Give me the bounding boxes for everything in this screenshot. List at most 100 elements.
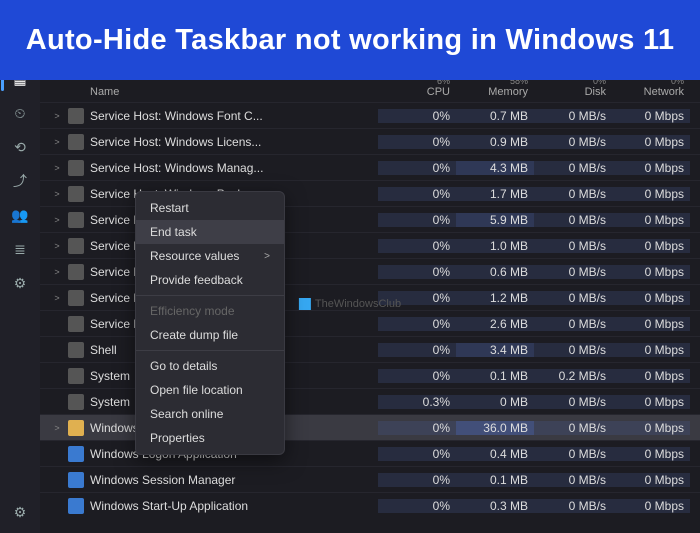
sidebar: ≡ ▦ ⏲ ⟲ ⤴ 👥 ≣ ⚙ ⚙ [0,30,40,533]
cell-mem: 1.0 MB [456,239,534,253]
cell-mem: 0.1 MB [456,473,534,487]
cell-mem: 2.6 MB [456,317,534,331]
cell-cpu: 0% [378,239,456,253]
process-icon [68,420,84,436]
process-icon [68,316,84,332]
nav-settings[interactable]: ⚙ [11,503,29,521]
col-name[interactable]: Name [50,86,378,98]
cell-cpu: 0% [378,499,456,513]
cell-cpu: 0% [378,135,456,149]
cell-cpu: 0% [378,109,456,123]
cell-net: 0 Mbps [612,473,690,487]
cell-mem: 0.7 MB [456,109,534,123]
process-icon [68,134,84,150]
expander-icon[interactable]: > [50,241,64,251]
cell-disk: 0.2 MB/s [534,369,612,383]
expander-icon[interactable]: > [50,111,64,121]
cell-mem: 36.0 MB [456,421,534,435]
cell-net: 0 Mbps [612,135,690,149]
cell-disk: 0 MB/s [534,317,612,331]
cell-cpu: 0% [378,447,456,461]
cell-mem: 5.9 MB [456,213,534,227]
cell-cpu: 0% [378,265,456,279]
context-menu-item[interactable]: Create dump file [136,323,284,347]
cell-disk: 0 MB/s [534,421,612,435]
process-icon [68,290,84,306]
cell-mem: 0 MB [456,395,534,409]
table-row[interactable]: >Service Host: Windows Licens...0%0.9 MB… [40,128,700,154]
table-row[interactable]: Windows Start-Up Application0%0.3 MB0 MB… [40,492,700,518]
expander-icon[interactable]: > [50,189,64,199]
cell-disk: 0 MB/s [534,265,612,279]
context-menu-item[interactable]: Properties [136,426,284,450]
expander-icon[interactable]: > [50,163,64,173]
cell-mem: 1.7 MB [456,187,534,201]
cell-net: 0 Mbps [612,421,690,435]
cell-disk: 0 MB/s [534,343,612,357]
cell-disk: 0 MB/s [534,291,612,305]
context-menu-item[interactable]: Open file location [136,378,284,402]
cell-mem: 0.3 MB [456,499,534,513]
process-icon [68,238,84,254]
cell-net: 0 Mbps [612,239,690,253]
context-menu-item[interactable]: Resource values> [136,244,284,268]
cell-disk: 0 MB/s [534,135,612,149]
cell-mem: 0.1 MB [456,369,534,383]
watermark: TheWindowsClub [299,298,401,310]
cell-net: 0 Mbps [612,343,690,357]
cell-net: 0 Mbps [612,447,690,461]
context-menu-item[interactable]: Go to details [136,354,284,378]
process-icon [68,394,84,410]
cell-disk: 0 MB/s [534,213,612,227]
expander-icon[interactable]: > [50,137,64,147]
context-menu-item[interactable]: Provide feedback [136,268,284,292]
nav-users[interactable]: 👥 [11,206,29,224]
expander-icon[interactable]: > [50,267,64,277]
cell-net: 0 Mbps [612,109,690,123]
process-icon [68,368,84,384]
cell-net: 0 Mbps [612,187,690,201]
context-menu-item[interactable]: Search online [136,402,284,426]
context-menu-item[interactable]: Restart [136,196,284,220]
nav-services[interactable]: ⚙ [11,274,29,292]
cell-net: 0 Mbps [612,265,690,279]
cell-disk: 0 MB/s [534,239,612,253]
table-row[interactable]: >Service Host: Windows Manag...0%4.3 MB0… [40,154,700,180]
cell-net: 0 Mbps [612,499,690,513]
cell-disk: 0 MB/s [534,187,612,201]
context-menu-item[interactable]: End task [136,220,284,244]
cell-disk: 0 MB/s [534,395,612,409]
cell-cpu: 0% [378,317,456,331]
process-icon [68,186,84,202]
cell-cpu: 0% [378,187,456,201]
cell-disk: 0 MB/s [534,499,612,513]
cell-mem: 3.4 MB [456,343,534,357]
nav-startup[interactable]: ⤴ [11,172,29,190]
expander-icon[interactable]: > [50,293,64,303]
expander-icon[interactable]: > [50,423,64,433]
process-icon [68,498,84,514]
table-row[interactable]: > Service Host: Windows Font C...0%0.7 MB… [40,102,700,128]
cell-mem: 0.6 MB [456,265,534,279]
process-name: Service Host: Windows Font C... [90,109,378,123]
process-name: Service Host: Windows Licens... [90,135,378,149]
expander-icon[interactable]: > [50,215,64,225]
cell-cpu: 0% [378,343,456,357]
nav-performance[interactable]: ⏲ [11,104,29,122]
table-row[interactable]: Windows Session Manager0%0.1 MB0 MB/s0 M… [40,466,700,492]
process-name: Windows Session Manager [90,473,378,487]
nav-details[interactable]: ≣ [11,240,29,258]
process-icon [68,212,84,228]
cell-cpu: 0% [378,213,456,227]
cell-disk: 0 MB/s [534,447,612,461]
cell-net: 0 Mbps [612,291,690,305]
cell-cpu: 0% [378,473,456,487]
overlay-banner: Auto-Hide Taskbar not working in Windows… [0,0,700,80]
cell-net: 0 Mbps [612,395,690,409]
cell-cpu: 0.3% [378,395,456,409]
cell-mem: 1.2 MB [456,291,534,305]
context-menu: RestartEnd taskResource values>Provide f… [135,191,285,455]
nav-app-history[interactable]: ⟲ [11,138,29,156]
cell-cpu: 0% [378,161,456,175]
cell-mem: 0.4 MB [456,447,534,461]
